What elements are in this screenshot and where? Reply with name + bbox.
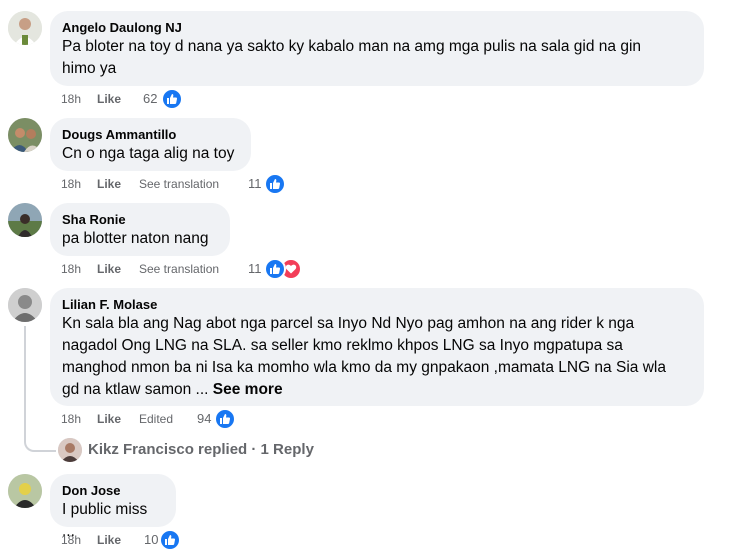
reaction-count[interactable]: 94	[197, 411, 211, 426]
comment-author[interactable]: Lilian F. Molase	[62, 296, 692, 313]
comment-text-line: pa blotter naton nang	[62, 230, 209, 247]
comment-text-line: Pa bloter na toy d nana ya sakto ky kaba…	[62, 38, 642, 55]
comment-bubble: Dougs Ammantillo Cn o nga taga alig na t…	[50, 118, 251, 171]
comment-text-line: manghod nmon ba ni Isa ka momho wla kmo …	[62, 359, 666, 376]
see-translation-link[interactable]: See translation	[139, 261, 219, 277]
comment-bubble: Angelo Daulong NJ Pa bloter na toy d nan…	[50, 11, 704, 86]
avatar[interactable]	[8, 11, 42, 45]
reply-avatar[interactable]	[58, 438, 82, 462]
comment-bubble: Sha Ronie pa blotter naton nang	[50, 203, 230, 256]
comment-text-line: himo ya	[62, 60, 117, 77]
comment-text-line: nagadol Ong LNG na SLA. sa seller kmo re…	[62, 337, 623, 354]
comment-text-tail: gd na ktlaw samon ...	[62, 381, 209, 398]
like-reaction-icon[interactable]	[264, 173, 286, 195]
avatar[interactable]	[8, 118, 42, 152]
reaction-count[interactable]: 11	[248, 261, 262, 276]
view-replies-link[interactable]: Kikz Francisco replied · 1 Reply	[88, 441, 314, 458]
comment-text-line: gd na ktlaw samon ... See more	[62, 379, 692, 401]
thread-connector	[24, 430, 56, 452]
reaction-count[interactable]: 10	[144, 532, 158, 547]
avatar[interactable]	[8, 288, 42, 322]
comment-text-line: Kn sala bla ang Nag abot nga parcel sa I…	[62, 315, 635, 332]
like-button[interactable]: Like	[97, 176, 121, 192]
like-reaction-icon[interactable]	[159, 529, 181, 551]
comment-author[interactable]: Angelo Daulong NJ	[62, 19, 692, 36]
comment-bubble: Lilian F. Molase Kn sala bla ang Nag abo…	[50, 288, 704, 406]
like-button[interactable]: Like	[97, 532, 121, 548]
avatar[interactable]	[8, 203, 42, 237]
edited-label[interactable]: Edited	[139, 411, 173, 427]
comment-time[interactable]: 18h	[61, 91, 81, 107]
comment-time[interactable]: 18h	[61, 411, 81, 427]
comment-time[interactable]: 18h	[61, 261, 81, 277]
comment-author[interactable]: Dougs Ammantillo	[62, 126, 239, 143]
comment-bubble: Don Jose I public miss ...	[50, 474, 176, 540]
like-button[interactable]: Like	[97, 261, 121, 277]
like-button[interactable]: Like	[97, 91, 121, 107]
comment-author[interactable]: Don Jose	[62, 482, 164, 499]
comment-time[interactable]: 18h	[61, 176, 81, 192]
reaction-count[interactable]: 62	[143, 91, 157, 106]
like-button[interactable]: Like	[97, 411, 121, 427]
reaction-count[interactable]: 11	[248, 176, 262, 191]
comment-author[interactable]: Sha Ronie	[62, 211, 218, 228]
comment-time[interactable]: 18h	[61, 532, 81, 548]
see-translation-link[interactable]: See translation	[139, 176, 219, 192]
like-reaction-icon[interactable]	[214, 408, 236, 430]
see-more-link[interactable]: See more	[213, 381, 283, 398]
like-reaction-icon[interactable]	[161, 88, 183, 110]
like-reaction-icon[interactable]	[264, 258, 286, 280]
avatar[interactable]	[8, 474, 42, 508]
thread-line	[24, 326, 26, 441]
comment-text-line: Cn o nga taga alig na toy	[62, 145, 235, 162]
